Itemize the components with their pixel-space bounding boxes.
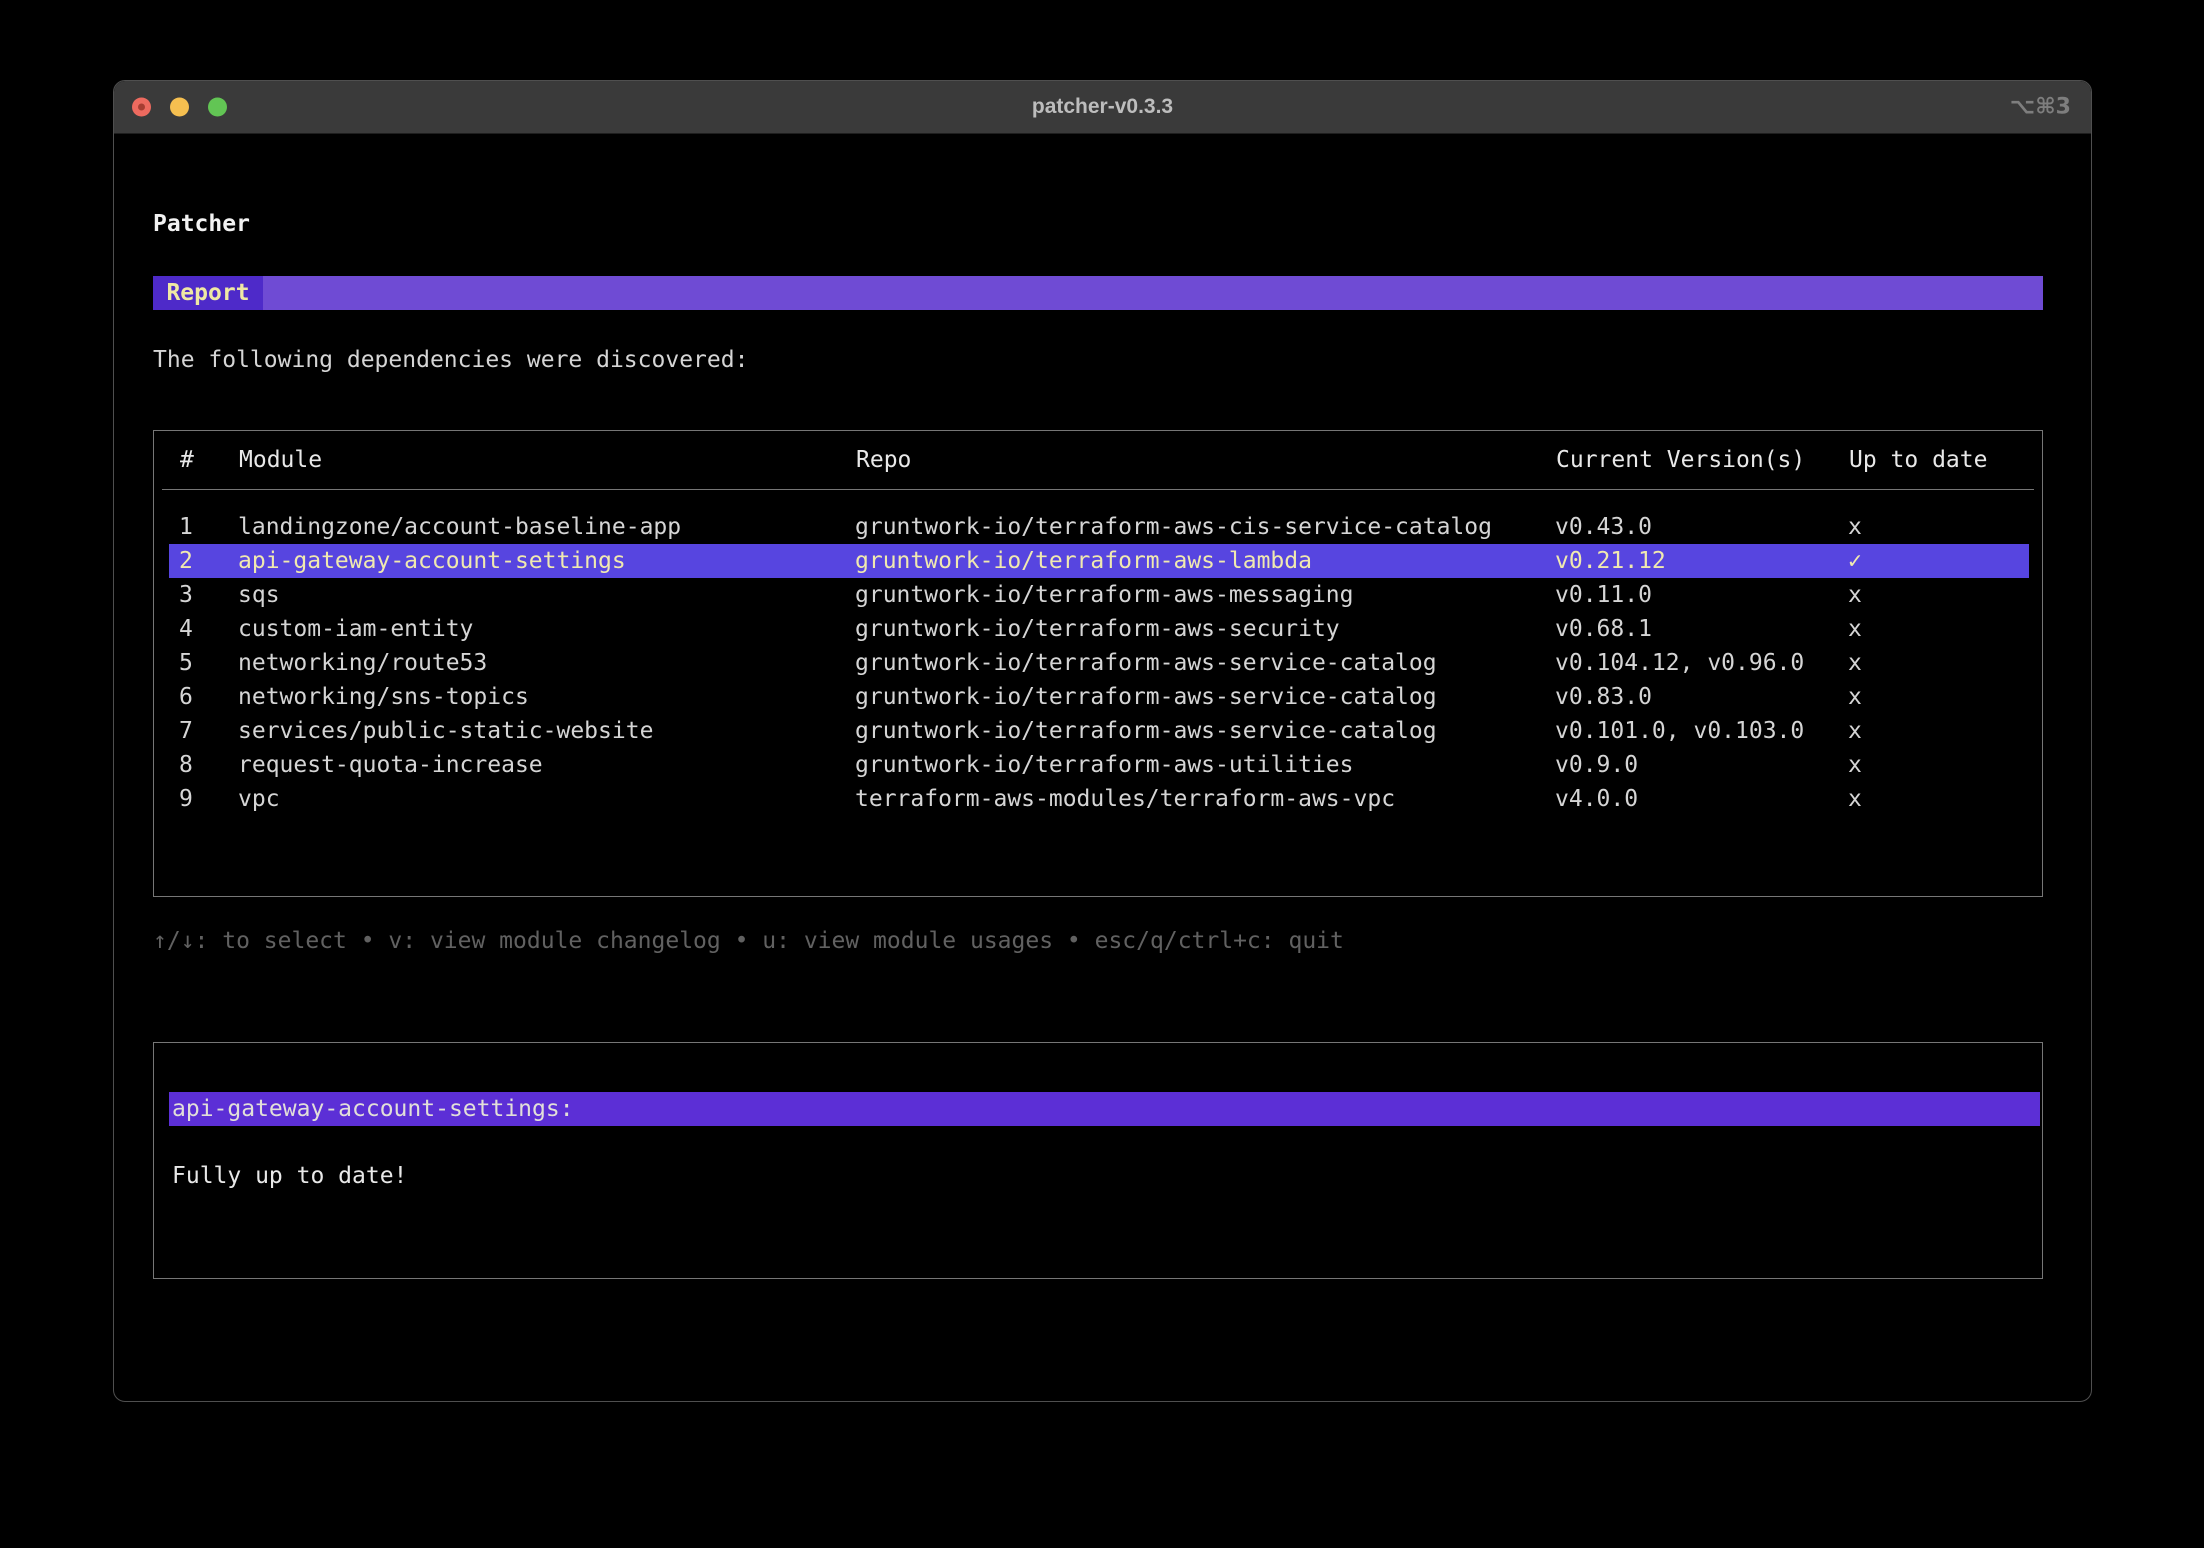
table-row[interactable]: 5 networking/route53 gruntwork-io/terraf…: [169, 646, 2029, 680]
table-row[interactable]: 7 services/public-static-website gruntwo…: [169, 714, 2029, 748]
row-up-to-date: x: [1848, 684, 1862, 710]
terminal-window: patcher-v0.3.3 ⌥⌘3 Patcher Report The fo…: [113, 80, 2092, 1402]
detail-panel: api-gateway-account-settings: Fully up t…: [153, 1042, 2043, 1279]
row-versions: v0.68.1: [1555, 616, 1652, 642]
row-num: 5: [179, 650, 193, 676]
row-num: 4: [179, 616, 193, 642]
column-header-repo: Repo: [856, 447, 912, 473]
detail-status-text: Fully up to date!: [172, 1163, 408, 1189]
row-module: request-quota-increase: [238, 752, 543, 778]
table-header: # Module Repo Current Version(s) Up to d…: [162, 431, 2034, 490]
row-module: vpc: [238, 786, 280, 812]
row-up-to-date: ✓: [1848, 548, 1862, 574]
row-repo: gruntwork-io/terraform-aws-security: [855, 616, 1340, 642]
row-num: 3: [179, 582, 193, 608]
row-versions: v0.11.0: [1555, 582, 1652, 608]
table-row[interactable]: 9 vpc terraform-aws-modules/terraform-aw…: [169, 782, 2029, 816]
row-up-to-date: x: [1848, 786, 1862, 812]
row-repo: terraform-aws-modules/terraform-aws-vpc: [855, 786, 1396, 812]
zoom-button[interactable]: [208, 97, 227, 117]
close-button[interactable]: [132, 97, 151, 117]
row-versions: v0.104.12, v0.96.0: [1555, 650, 1805, 676]
close-dot-icon: [138, 103, 145, 111]
row-repo: gruntwork-io/terraform-aws-service-catal…: [855, 650, 1437, 676]
table-row[interactable]: 6 networking/sns-topics gruntwork-io/ter…: [169, 680, 2029, 714]
tab-bar: Report: [153, 276, 2043, 310]
row-up-to-date: x: [1848, 752, 1862, 778]
row-num: 2: [179, 548, 193, 574]
row-up-to-date: x: [1848, 650, 1862, 676]
window-shortcut-badge: ⌥⌘3: [2009, 94, 2071, 120]
row-versions: v0.101.0, v0.103.0: [1555, 718, 1805, 744]
row-repo: gruntwork-io/terraform-aws-cis-service-c…: [855, 514, 1492, 540]
column-header-num: #: [180, 447, 194, 473]
row-module: services/public-static-website: [238, 718, 654, 744]
dependencies-table: # Module Repo Current Version(s) Up to d…: [153, 430, 2043, 897]
row-module: networking/route53: [238, 650, 488, 676]
column-header-versions: Current Version(s): [1556, 447, 1806, 473]
table-rows: 1 landingzone/account-baseline-app grunt…: [154, 510, 2042, 816]
terminal-content: Patcher Report The following dependencie…: [114, 207, 2091, 1279]
tab-report[interactable]: Report: [153, 276, 263, 310]
row-module: sqs: [238, 582, 280, 608]
row-up-to-date: x: [1848, 514, 1862, 540]
row-versions: v0.83.0: [1555, 684, 1652, 710]
row-num: 1: [179, 514, 193, 540]
row-up-to-date: x: [1848, 718, 1862, 744]
window-title: patcher-v0.3.3: [1031, 95, 1174, 118]
row-module: landingzone/account-baseline-app: [238, 514, 682, 540]
table-row[interactable]: 2 api-gateway-account-settings gruntwork…: [169, 544, 2029, 578]
row-versions: v4.0.0: [1555, 786, 1639, 812]
row-versions: v0.21.12: [1555, 548, 1666, 574]
row-num: 8: [179, 752, 193, 778]
column-header-module: Module: [239, 447, 323, 473]
table-row[interactable]: 3 sqs gruntwork-io/terraform-aws-messagi…: [169, 578, 2029, 612]
row-module: custom-iam-entity: [238, 616, 474, 642]
row-repo: gruntwork-io/terraform-aws-messaging: [855, 582, 1354, 608]
detail-title-band: api-gateway-account-settings:: [169, 1092, 2040, 1126]
app-heading: Patcher: [153, 211, 250, 237]
row-repo: gruntwork-io/terraform-aws-utilities: [855, 752, 1354, 778]
traffic-lights: [132, 97, 227, 117]
row-versions: v0.9.0: [1555, 752, 1639, 778]
table-row[interactable]: 1 landingzone/account-baseline-app grunt…: [169, 510, 2029, 544]
window-titlebar: patcher-v0.3.3 ⌥⌘3: [114, 81, 2091, 134]
row-module: networking/sns-topics: [238, 684, 529, 710]
row-repo: gruntwork-io/terraform-aws-lambda: [855, 548, 1312, 574]
intro-text: The following dependencies were discover…: [153, 347, 749, 373]
row-repo: gruntwork-io/terraform-aws-service-catal…: [855, 718, 1437, 744]
row-module: api-gateway-account-settings: [238, 548, 626, 574]
row-up-to-date: x: [1848, 616, 1862, 642]
table-row[interactable]: 4 custom-iam-entity gruntwork-io/terrafo…: [169, 612, 2029, 646]
column-header-up-to-date: Up to date: [1849, 447, 1988, 473]
row-up-to-date: x: [1848, 582, 1862, 608]
help-bar: ↑/↓: to select • v: view module changelo…: [153, 928, 1344, 954]
row-versions: v0.43.0: [1555, 514, 1652, 540]
row-num: 9: [179, 786, 193, 812]
table-row[interactable]: 8 request-quota-increase gruntwork-io/te…: [169, 748, 2029, 782]
row-repo: gruntwork-io/terraform-aws-service-catal…: [855, 684, 1437, 710]
row-num: 6: [179, 684, 193, 710]
row-num: 7: [179, 718, 193, 744]
minimize-button[interactable]: [170, 97, 189, 117]
